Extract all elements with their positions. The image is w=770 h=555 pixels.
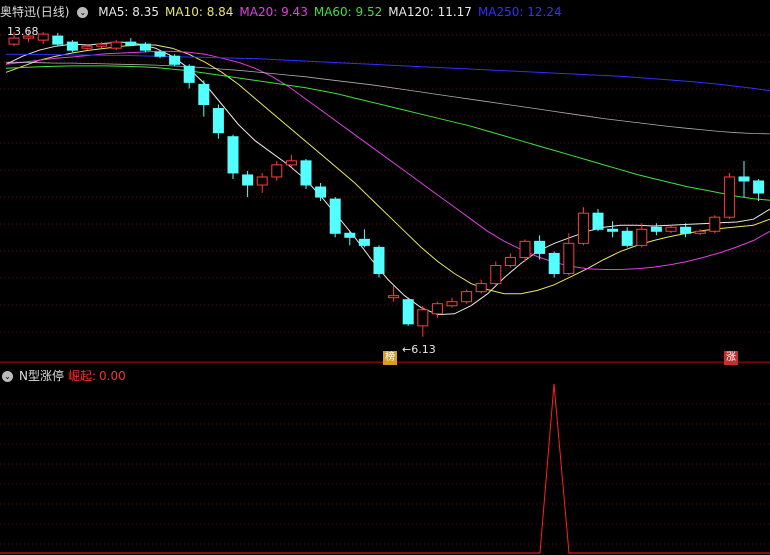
candle-up bbox=[285, 160, 297, 166]
candle-down bbox=[738, 176, 750, 182]
candle-down bbox=[753, 180, 765, 194]
candle-up bbox=[110, 41, 122, 49]
candle-down bbox=[329, 198, 341, 234]
candle-down bbox=[344, 232, 356, 238]
candle-down bbox=[680, 226, 692, 234]
candle-up bbox=[81, 45, 93, 49]
ma-line-ma250 bbox=[6, 53, 770, 92]
candle-down bbox=[125, 41, 137, 46]
candle-down bbox=[592, 212, 604, 230]
candle-up bbox=[446, 301, 458, 307]
candle-down bbox=[66, 41, 78, 51]
ma-line-ma5 bbox=[5, 41, 770, 316]
candle-up bbox=[271, 164, 283, 178]
candle-down bbox=[548, 252, 560, 275]
candle-down bbox=[358, 238, 370, 246]
bottom-tag-bang[interactable]: 榜 bbox=[383, 351, 397, 365]
candle-up bbox=[37, 33, 49, 41]
candle-down bbox=[52, 35, 64, 45]
candle-down bbox=[242, 174, 254, 186]
candle-down bbox=[621, 230, 633, 246]
candle-down bbox=[373, 246, 385, 275]
ma-line-ma120 bbox=[6, 61, 770, 135]
candle-down bbox=[402, 299, 414, 325]
candle-down bbox=[183, 65, 195, 83]
kline-chart[interactable]: 13.68 ←6.13 bbox=[0, 0, 770, 555]
candle-down bbox=[139, 43, 151, 51]
candle-up bbox=[577, 212, 589, 244]
ma-line-ma20 bbox=[5, 50, 770, 270]
candle-up bbox=[563, 242, 575, 275]
candle-up bbox=[417, 309, 429, 327]
candle-down bbox=[607, 228, 619, 232]
candle-up bbox=[461, 291, 473, 303]
candle-up bbox=[636, 228, 648, 246]
candle-down bbox=[154, 51, 166, 57]
candle-up bbox=[256, 176, 268, 186]
jueqi-line bbox=[0, 383, 770, 554]
candle-down bbox=[169, 55, 181, 65]
candle-down bbox=[212, 108, 224, 134]
high-price-label: 13.68 bbox=[7, 25, 39, 38]
candle-up bbox=[709, 216, 721, 232]
candle-down bbox=[227, 136, 239, 174]
candle-up bbox=[8, 37, 20, 45]
candle-up bbox=[694, 230, 706, 234]
candle-down bbox=[198, 83, 210, 106]
candle-up bbox=[504, 256, 516, 266]
low-price-label: ←6.13 bbox=[402, 343, 436, 356]
candle-down bbox=[300, 160, 312, 186]
candle-up bbox=[388, 295, 400, 299]
ma-line-ma10 bbox=[5, 44, 770, 295]
candle-up bbox=[665, 226, 677, 232]
candle-up bbox=[475, 283, 487, 293]
bottom-tag-zhang[interactable]: 涨 bbox=[724, 351, 738, 365]
candle-up bbox=[519, 240, 531, 258]
candle-down bbox=[534, 240, 546, 254]
ma-line-ma60 bbox=[5, 65, 770, 201]
candle-up bbox=[723, 176, 735, 218]
candle-up bbox=[431, 303, 443, 315]
candle-down bbox=[650, 226, 662, 232]
candle-down bbox=[315, 186, 327, 198]
candle-up bbox=[96, 43, 108, 47]
candle-up bbox=[490, 264, 502, 285]
